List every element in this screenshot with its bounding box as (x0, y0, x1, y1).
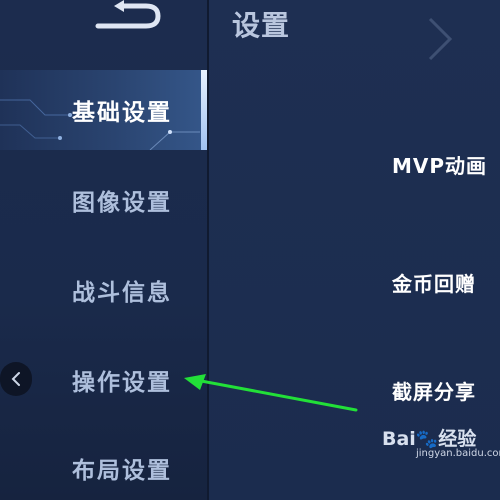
sidebar-item-label: 布局设置 (72, 458, 172, 484)
back-icon[interactable] (88, 0, 168, 34)
sidebar-item-image-settings[interactable]: 图像设置 (0, 160, 207, 240)
sidebar-item-label: 战斗信息 (72, 280, 172, 306)
sidebar-item-layout-settings[interactable]: 布局设置 (0, 428, 207, 500)
page-title: 设置 (232, 9, 291, 42)
chevron-right-icon (428, 17, 453, 61)
watermark-brand-right: 经验 (438, 428, 477, 450)
sidebar-item-basic-settings[interactable]: 基础设置 (0, 70, 207, 150)
annotation-arrow (184, 374, 358, 412)
paw-icon: 🐾 (415, 429, 439, 450)
sidebar-item-label: 基础设置 (72, 100, 172, 126)
sidebar-item-label: 图像设置 (72, 190, 172, 216)
baidu-jingyan-logo: Bai🐾经验 (382, 424, 476, 451)
setting-gold-rebate: 金币回赠 (392, 272, 476, 296)
setting-screenshot-share: 截屏分享 (392, 380, 476, 404)
watermark-url: jingyan.baidu.com (416, 448, 500, 459)
watermark-brand-left: Bai (382, 428, 416, 450)
scroll-left-button[interactable] (0, 362, 32, 396)
sidebar: 基础设置 图像设置 战斗信息 操作设置 布局设置 (0, 0, 207, 500)
sidebar-item-battle-info[interactable]: 战斗信息 (0, 250, 207, 330)
setting-mvp-animation: MVP动画 (392, 154, 488, 178)
chevron-left-icon (11, 372, 20, 386)
sidebar-item-label: 操作设置 (72, 370, 172, 396)
